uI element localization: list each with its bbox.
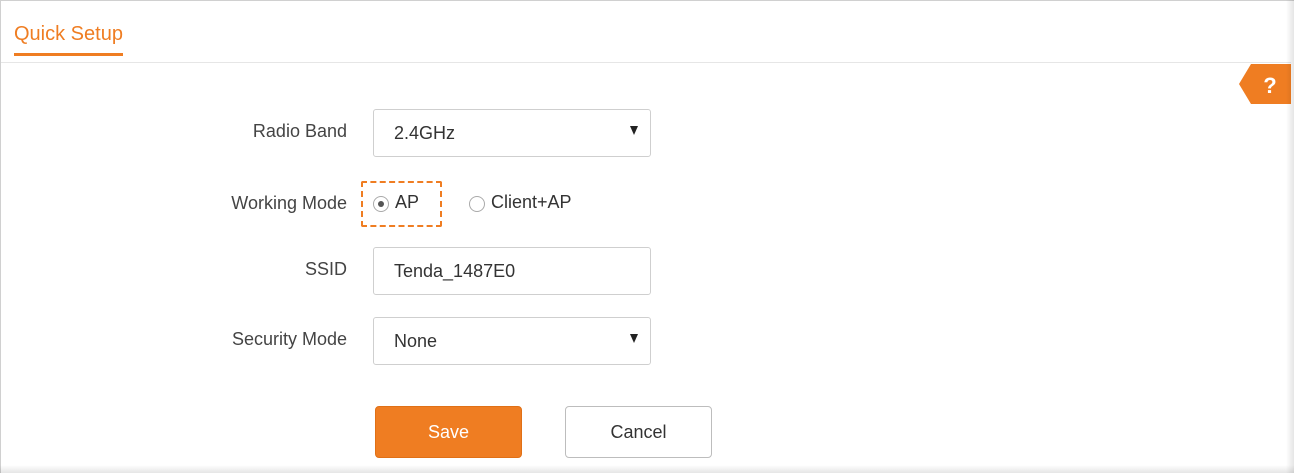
working-mode-label: Working Mode — [231, 193, 347, 213]
ssid-input[interactable] — [373, 247, 651, 295]
ssid-row: SSID — [1, 247, 701, 295]
radio-band-row: Radio Band 2.4GHz — [1, 109, 701, 157]
security-mode-select[interactable]: None — [373, 317, 651, 365]
radio-band-select[interactable]: 2.4GHz — [373, 109, 651, 157]
security-mode-row: Security Mode None — [1, 317, 701, 365]
quick-setup-panel: Quick Setup ? Radio Band 2.4GHz Working … — [0, 0, 1294, 473]
radio-ap-label: AP — [395, 192, 420, 212]
chevron-down-icon — [630, 334, 638, 343]
help-button[interactable]: ? — [1239, 64, 1291, 104]
panel-shadow — [1286, 0, 1294, 473]
action-row: Save Cancel — [1, 406, 801, 458]
radio-client-ap-circle[interactable] — [469, 196, 485, 212]
radio-band-label: Radio Band — [252, 121, 347, 141]
radio-ap-circle[interactable] — [373, 196, 389, 212]
cancel-button[interactable]: Cancel — [565, 406, 712, 458]
working-mode-row: Working Mode AP Client+AP — [1, 181, 701, 229]
save-button[interactable]: Save — [375, 406, 522, 458]
radio-band-value: 2.4GHz — [394, 123, 456, 143]
security-mode-label: Security Mode — [231, 329, 347, 349]
ssid-label: SSID — [304, 259, 347, 279]
working-mode-radio-group: AP Client+AP — [361, 181, 661, 229]
chevron-down-icon — [630, 126, 638, 135]
radio-client-ap-label: Client+AP — [491, 192, 572, 212]
security-mode-value: None — [394, 331, 438, 351]
page-title: Quick Setup — [14, 21, 123, 56]
panel-shadow — [0, 465, 1294, 473]
help-icon: ? — [1239, 64, 1291, 104]
help-label: ? — [1263, 73, 1276, 98]
page-header: Quick Setup — [1, 1, 1291, 63]
